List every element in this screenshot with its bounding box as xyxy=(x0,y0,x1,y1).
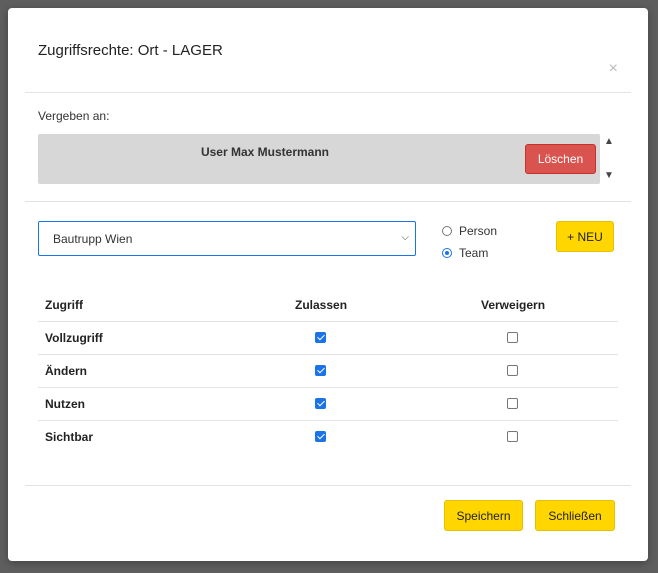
allow-checkbox[interactable] xyxy=(315,332,326,343)
row-label: Ändern xyxy=(45,364,87,378)
assign-label: Vergeben an: xyxy=(38,109,110,123)
radio-person[interactable]: Person xyxy=(442,224,497,238)
row-label: Vollzugriff xyxy=(45,331,103,345)
list-scrollbar[interactable]: ▲ ▼ xyxy=(602,134,616,184)
header-zulassen: Zulassen xyxy=(295,298,348,312)
chevron-down-icon[interactable]: ▼ xyxy=(602,170,616,181)
radio-team-label: Team xyxy=(459,246,489,260)
save-button[interactable]: Speichern xyxy=(444,500,523,531)
allow-checkbox[interactable] xyxy=(315,431,326,442)
table-row: Ändern xyxy=(38,354,618,388)
row-label: Sichtbar xyxy=(45,430,94,444)
table-row: Sichtbar xyxy=(38,420,618,454)
allow-checkbox[interactable] xyxy=(315,365,326,376)
deny-checkbox[interactable] xyxy=(507,365,518,376)
new-button[interactable]: + NEU xyxy=(556,221,614,252)
chevron-down-icon: ⌵ xyxy=(401,232,409,243)
header-zugriff: Zugriff xyxy=(45,298,83,312)
close-button[interactable]: Schließen xyxy=(535,500,615,531)
deny-checkbox[interactable] xyxy=(507,398,518,409)
deny-checkbox[interactable] xyxy=(507,332,518,343)
allow-checkbox[interactable] xyxy=(315,398,326,409)
dialog-title: Zugriffsrechte: Ort - LAGER xyxy=(38,42,223,59)
radio-person-circle[interactable] xyxy=(442,226,452,236)
header-divider xyxy=(25,92,631,93)
radio-person-label: Person xyxy=(459,224,498,238)
team-select-value: Bautrupp Wien xyxy=(53,231,133,246)
deny-checkbox[interactable] xyxy=(507,431,518,442)
section-divider xyxy=(25,201,631,202)
row-label: Nutzen xyxy=(45,397,85,411)
radio-team-circle[interactable] xyxy=(442,248,452,258)
table-row: Nutzen xyxy=(38,387,618,421)
footer-divider xyxy=(25,485,631,486)
team-select[interactable]: Bautrupp Wien ⌵ xyxy=(38,221,416,256)
table-row: Vollzugriff xyxy=(38,321,618,355)
header-verweigern: Verweigern xyxy=(481,298,546,312)
radio-team[interactable]: Team xyxy=(442,246,488,260)
delete-button[interactable]: Löschen xyxy=(525,144,596,174)
assigned-user: User Max Mustermann xyxy=(200,145,330,159)
assigned-list: User Max Mustermann Löschen xyxy=(38,134,600,184)
close-icon[interactable]: × xyxy=(609,60,618,78)
access-rights-dialog: Zugriffsrechte: Ort - LAGER × Vergeben a… xyxy=(8,8,648,561)
chevron-up-icon[interactable]: ▲ xyxy=(602,136,616,147)
